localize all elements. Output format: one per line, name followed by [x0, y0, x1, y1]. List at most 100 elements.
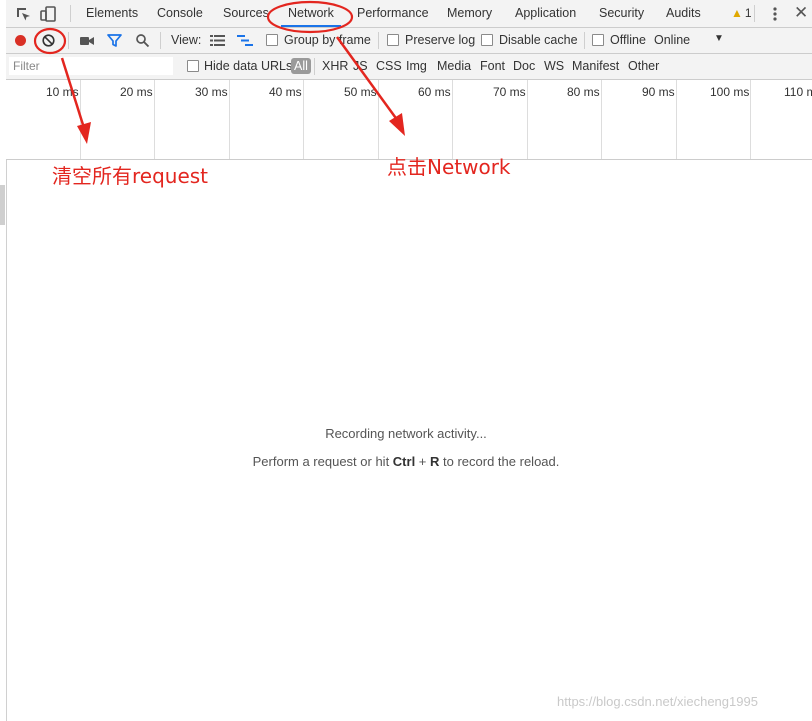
large-rows-icon[interactable]	[210, 34, 225, 47]
more-options-icon[interactable]	[766, 5, 784, 23]
active-tab-indicator	[281, 25, 341, 27]
search-icon[interactable]	[135, 33, 150, 48]
timeline-tick-label: 60 ms	[418, 85, 451, 99]
tab-separator	[70, 5, 71, 22]
preserve-log-label: Preserve log	[405, 33, 476, 47]
timeline-tick-label: 110 ms	[784, 85, 812, 99]
type-filter-all[interactable]: All	[291, 58, 311, 74]
view-label: View:	[171, 33, 202, 47]
tab-network[interactable]: Network	[281, 0, 341, 27]
toolbar-separator	[584, 32, 585, 49]
network-toolbar: View: Group by frame Preserve log Disabl…	[6, 28, 812, 54]
clear-icon[interactable]	[41, 33, 56, 48]
hint-suffix: to record the reload.	[439, 454, 560, 469]
warnings-counter[interactable]: ▲ 1	[731, 0, 752, 27]
timeline-tick-label: 10 ms	[46, 85, 79, 99]
chevron-down-icon: ▼	[714, 33, 724, 44]
watermark-text: https://blog.csdn.net/xiecheng1995	[557, 694, 758, 709]
group-by-frame-label: Group by frame	[284, 33, 371, 47]
tab-sources[interactable]: Sources	[223, 0, 269, 27]
timeline-tick-label: 100 ms	[710, 85, 750, 99]
type-filter-manifest[interactable]: Manifest	[572, 59, 619, 73]
hint-plus: +	[415, 454, 431, 469]
timeline-tick-label: 40 ms	[269, 85, 302, 99]
timeline-tick-label: 30 ms	[195, 85, 228, 99]
type-filter-media[interactable]: Media	[437, 59, 471, 73]
hint-prefix: Perform a request or hit	[252, 454, 393, 469]
tab-label: Audits	[666, 6, 701, 20]
toolbar-separator	[68, 32, 69, 49]
type-filter-ws[interactable]: WS	[544, 59, 564, 73]
timeline-tick-label: 50 ms	[344, 85, 377, 99]
throttling-select[interactable]: Online ▼	[654, 28, 729, 53]
throttling-value: Online	[654, 33, 691, 47]
timeline-gridline	[601, 80, 602, 159]
filter-bar: Hide data URLs All XHR JS CSS Img Media …	[6, 54, 812, 80]
warning-icon: ▲	[731, 6, 743, 20]
filter-icon[interactable]	[107, 33, 122, 48]
toolbar-separator	[160, 32, 161, 49]
waterfall-overview-icon[interactable]	[237, 34, 253, 47]
timeline-gridline	[229, 80, 230, 159]
type-filter-font[interactable]: Font	[480, 59, 505, 73]
tab-audits[interactable]: Audits	[666, 0, 701, 27]
capture-screenshots-icon[interactable]	[79, 33, 95, 48]
empty-state-hint: Perform a request or hit Ctrl + R to rec…	[0, 454, 812, 469]
timeline-gridline	[80, 80, 81, 159]
clear-annotation-label: 清空所有request	[52, 164, 209, 188]
tab-performance[interactable]: Performance	[357, 0, 429, 27]
disable-cache-checkbox[interactable]	[481, 34, 493, 46]
tab-label: Security	[599, 6, 645, 20]
filter-input[interactable]	[9, 57, 173, 75]
tab-label: Elements	[86, 6, 139, 20]
devtools-tab-bar: Elements Console Sources Network Perform…	[6, 0, 812, 28]
warnings-count: 1	[744, 6, 752, 20]
tab-label: Console	[157, 6, 203, 20]
hint-key-r: R	[430, 454, 440, 469]
tab-label: Network	[288, 6, 334, 20]
device-toolbar-icon[interactable]	[39, 5, 57, 23]
tab-security[interactable]: Security	[599, 0, 644, 27]
tab-elements[interactable]: Elements	[86, 0, 138, 27]
hide-data-urls-checkbox[interactable]	[187, 60, 199, 72]
tab-label: Application	[515, 6, 577, 20]
tab-label: Sources	[223, 6, 269, 20]
type-filter-doc[interactable]: Doc	[513, 59, 535, 73]
tab-application[interactable]: Application	[515, 0, 576, 27]
type-filter-css[interactable]: CSS	[376, 59, 402, 73]
timeline-gridline	[527, 80, 528, 159]
record-icon[interactable]	[13, 33, 28, 48]
network-annotation-label: 点击Network	[387, 155, 511, 179]
type-filter-js[interactable]: JS	[353, 59, 368, 73]
inspect-element-icon[interactable]	[14, 5, 32, 23]
hint-key-ctrl: Ctrl	[392, 454, 416, 469]
group-by-frame-checkbox[interactable]	[266, 34, 278, 46]
timeline-tick-label: 90 ms	[642, 85, 675, 99]
timeline-tick-label: 20 ms	[120, 85, 153, 99]
timeline-gridline	[154, 80, 155, 159]
toolbar-separator	[378, 32, 379, 49]
tab-console[interactable]: Console	[157, 0, 203, 27]
preserve-log-checkbox[interactable]	[387, 34, 399, 46]
filter-separator	[314, 58, 315, 75]
offline-checkbox[interactable]	[592, 34, 604, 46]
timeline-gridline	[452, 80, 453, 159]
type-filter-img[interactable]: Img	[406, 59, 427, 73]
timeline-gridline	[378, 80, 379, 159]
disable-cache-label: Disable cache	[499, 33, 578, 47]
offline-label: Offline	[610, 33, 646, 47]
type-filter-other[interactable]: Other	[628, 59, 659, 73]
scrollbar-thumb[interactable]	[0, 185, 5, 225]
tab-label: Performance	[357, 6, 429, 20]
timeline-tick-label: 80 ms	[567, 85, 600, 99]
network-overview-timeline[interactable]: 10 ms 20 ms 30 ms 40 ms 50 ms 60 ms 70 m…	[6, 80, 812, 160]
tab-label: Memory	[447, 6, 493, 20]
timeline-gridline	[676, 80, 677, 159]
tab-memory[interactable]: Memory	[447, 0, 492, 27]
tab-separator	[754, 5, 755, 22]
timeline-tick-label: 70 ms	[493, 85, 526, 99]
close-devtools-icon[interactable]: ✕	[794, 3, 808, 23]
timeline-gridline	[303, 80, 304, 159]
type-filter-xhr[interactable]: XHR	[322, 59, 348, 73]
empty-state-title: Recording network activity...	[325, 426, 487, 441]
